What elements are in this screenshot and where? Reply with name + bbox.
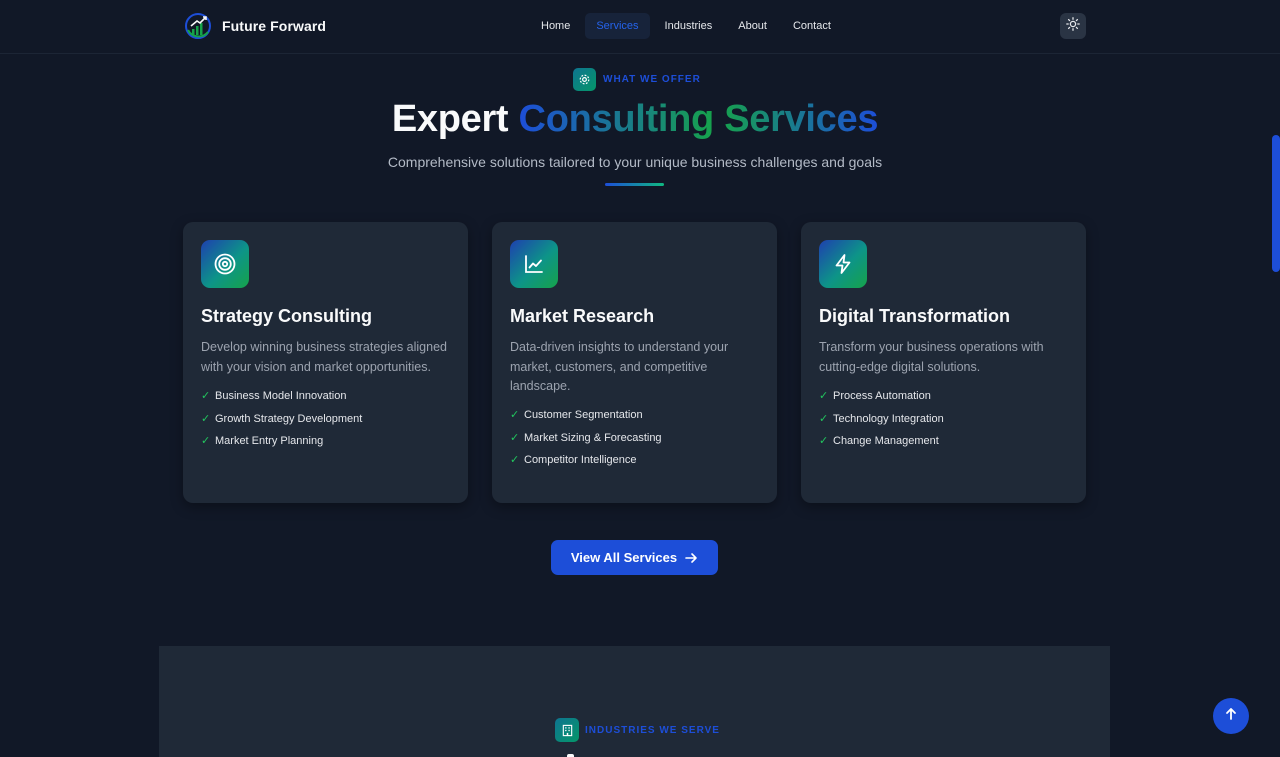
arrow-right-icon xyxy=(685,552,698,564)
page-subtitle: Comprehensive solutions tailored to your… xyxy=(387,154,883,170)
target-icon xyxy=(201,240,249,288)
feature-item: ✓ Customer Segmentation xyxy=(510,404,662,427)
feature-label: Business Model Innovation xyxy=(215,390,347,402)
gear-icon xyxy=(573,68,596,91)
feature-list: ✓ Business Model Innovation ✓ Growth Strat… xyxy=(201,385,362,453)
main-nav: Home Services Industries About Contact xyxy=(530,13,846,39)
building-icon xyxy=(555,718,579,742)
feature-label: Market Sizing & Forecasting xyxy=(524,431,662,444)
feature-label: Change Management xyxy=(833,435,939,447)
nav-contact[interactable]: Contact xyxy=(782,13,842,39)
feature-list: ✓ Customer Segmentation ✓ Market Sizing & … xyxy=(510,404,662,472)
feature-item: ✓ Process Automation xyxy=(819,385,944,408)
card-description: Data-driven insights to understand your … xyxy=(510,340,729,393)
page-scrollbar[interactable] xyxy=(1272,135,1280,272)
feature-list: ✓ Process Automation ✓ Technology Integrat… xyxy=(819,385,944,453)
lightning-bolt-icon xyxy=(819,240,867,288)
title-plain: Expert xyxy=(391,98,509,140)
feature-item: ✓ Business Model Innovation xyxy=(201,385,362,408)
brand[interactable]: Future Forward xyxy=(184,12,326,40)
feature-label: Market Entry Planning xyxy=(215,435,324,447)
back-to-top-button[interactable] xyxy=(1213,698,1249,734)
nav-home[interactable]: Home xyxy=(530,13,581,39)
checkmark-icon: ✓ xyxy=(201,435,211,447)
feature-label: Process Automation xyxy=(833,390,931,402)
arrow-up-icon xyxy=(1224,707,1238,726)
card-description: Transform your business operations with … xyxy=(819,340,1044,374)
checkmark-icon: ✓ xyxy=(819,435,829,447)
industries-section: INDUSTRIES WE SERVE xyxy=(159,646,1110,757)
nav-industries[interactable]: Industries xyxy=(654,13,724,39)
feature-item: ✓ Change Management xyxy=(819,430,944,453)
feature-label: Customer Segmentation xyxy=(524,409,643,421)
feature-item: ✓ Market Sizing & Forecasting xyxy=(510,427,662,450)
view-all-services-button[interactable]: View All Services xyxy=(551,540,718,575)
title-divider xyxy=(605,183,664,186)
checkmark-icon: ✓ xyxy=(510,454,520,466)
card-title: Strategy Consulting xyxy=(201,306,373,326)
page-title: Expert Consulting Services xyxy=(0,98,1270,141)
eyebrow-text: WHAT WE OFFER xyxy=(603,74,701,85)
card-title: Digital Transformation xyxy=(819,306,1011,326)
service-card-strategy[interactable]: Strategy Consulting Develop winning busi… xyxy=(183,222,468,503)
site-header: Future Forward Home Services Industries … xyxy=(0,0,1280,54)
service-card-digital-transformation[interactable]: Digital Transformation Transform your bu… xyxy=(801,222,1086,503)
checkmark-icon: ✓ xyxy=(201,390,211,402)
industries-eyebrow-text: INDUSTRIES WE SERVE xyxy=(585,724,720,736)
sun-icon xyxy=(1066,16,1080,36)
checkmark-icon: ✓ xyxy=(819,390,829,402)
theme-toggle-button[interactable] xyxy=(1060,13,1086,39)
feature-item: ✓ Competitor Intelligence xyxy=(510,449,662,472)
service-card-market-research[interactable]: Market Research Data-driven insights to … xyxy=(492,222,777,503)
cta-label: View All Services xyxy=(570,550,678,565)
checkmark-icon: ✓ xyxy=(510,431,520,444)
feature-item: ✓ Growth Strategy Development xyxy=(201,408,362,431)
nav-services[interactable]: Services xyxy=(585,13,650,39)
feature-label: Competitor Intelligence xyxy=(524,454,637,466)
growth-chart-logo-icon xyxy=(184,12,212,40)
feature-label: Growth Strategy Development xyxy=(215,412,363,425)
brand-name: Future Forward xyxy=(222,18,327,34)
checkmark-icon: ✓ xyxy=(201,412,211,425)
feature-item: ✓ Market Entry Planning xyxy=(201,430,362,453)
section-eyebrow: WHAT WE OFFER xyxy=(573,68,701,91)
card-title: Market Research xyxy=(510,306,655,326)
line-chart-icon xyxy=(510,240,558,288)
nav-about[interactable]: About xyxy=(727,13,778,39)
industries-eyebrow: INDUSTRIES WE SERVE xyxy=(555,718,720,742)
feature-item: ✓ Technology Integration xyxy=(819,408,944,431)
card-description: Develop winning business strategies alig… xyxy=(201,340,447,374)
title-highlight: Consulting Services xyxy=(518,98,879,140)
checkmark-icon: ✓ xyxy=(510,409,520,421)
checkmark-icon: ✓ xyxy=(819,412,829,425)
feature-label: Technology Integration xyxy=(833,412,944,425)
